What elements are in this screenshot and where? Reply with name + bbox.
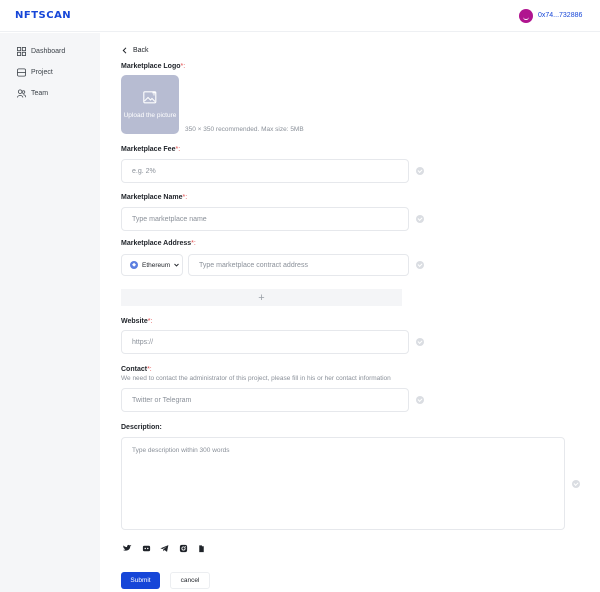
name-input[interactable]: Type marketplace name bbox=[121, 207, 409, 231]
description-check-icon bbox=[572, 480, 580, 488]
avatar[interactable] bbox=[519, 9, 533, 23]
upload-logo-button[interactable]: Upload the picture bbox=[121, 75, 179, 134]
contact-hint: We need to contact the administrator of … bbox=[121, 375, 391, 382]
twitter-icon[interactable] bbox=[123, 544, 132, 553]
sidebar-item-project[interactable]: Project bbox=[17, 66, 53, 78]
telegram-icon[interactable] bbox=[160, 544, 169, 553]
address-input[interactable]: Type marketplace contract address bbox=[188, 254, 409, 276]
contact-check-icon bbox=[416, 396, 424, 404]
chevron-down-icon bbox=[174, 263, 180, 267]
cancel-button[interactable]: cancel bbox=[170, 572, 210, 589]
dashboard-icon bbox=[17, 46, 26, 56]
project-icon bbox=[17, 67, 26, 77]
image-upload-icon bbox=[142, 90, 156, 103]
address-check-icon bbox=[416, 261, 424, 269]
ethereum-icon: ◆ bbox=[130, 261, 138, 269]
back-label: Back bbox=[133, 47, 149, 54]
description-textarea[interactable]: Type description within 300 words bbox=[121, 437, 565, 530]
address-label: Marketplace Address*: bbox=[121, 240, 196, 247]
main-content: Back Marketplace Logo*: Upload the pictu… bbox=[100, 33, 600, 592]
back-button[interactable]: Back bbox=[122, 47, 149, 54]
contact-label: Contact*: bbox=[121, 366, 152, 373]
wallet-address[interactable]: 0x74...732886 bbox=[538, 12, 582, 19]
logo-label: Marketplace Logo*: bbox=[121, 63, 186, 70]
chevron-left-icon bbox=[122, 47, 127, 54]
fee-check-icon bbox=[416, 167, 424, 175]
team-icon bbox=[17, 88, 26, 98]
website-label: Website*: bbox=[121, 318, 153, 325]
sidebar-item-label: Team bbox=[31, 89, 49, 97]
sidebar: Dashboard Project Team bbox=[0, 33, 100, 592]
sidebar-item-team[interactable]: Team bbox=[17, 87, 48, 99]
fee-label: Marketplace Fee*: bbox=[121, 146, 181, 153]
website-input[interactable]: https:// bbox=[121, 330, 409, 354]
upload-text: Upload the picture bbox=[123, 111, 177, 119]
instagram-icon[interactable] bbox=[179, 544, 188, 553]
discord-icon[interactable] bbox=[142, 544, 151, 553]
submit-button[interactable]: Submit bbox=[121, 572, 160, 589]
chain-select[interactable]: ◆ Ethereum bbox=[121, 254, 183, 276]
sidebar-item-label: Dashboard bbox=[31, 47, 66, 55]
name-label: Marketplace Name*: bbox=[121, 194, 188, 201]
brand-logo[interactable]: NFTSCAN bbox=[15, 10, 71, 21]
description-label: Description: bbox=[121, 424, 162, 431]
contact-input[interactable]: Twitter or Telegram bbox=[121, 388, 409, 412]
logo-hint: 350 × 350 recommended. Max size: 5MB bbox=[185, 126, 304, 133]
add-address-button[interactable]: + bbox=[121, 289, 402, 306]
medium-icon[interactable] bbox=[197, 544, 206, 553]
sidebar-item-label: Project bbox=[31, 68, 53, 76]
sidebar-item-dashboard[interactable]: Dashboard bbox=[17, 45, 65, 57]
website-check-icon bbox=[416, 338, 424, 346]
fee-input[interactable]: e.g. 2% bbox=[121, 159, 409, 183]
name-check-icon bbox=[416, 215, 424, 223]
chain-value: Ethereum bbox=[142, 261, 171, 269]
top-bar: NFTSCAN 0x74...732886 bbox=[0, 0, 600, 32]
